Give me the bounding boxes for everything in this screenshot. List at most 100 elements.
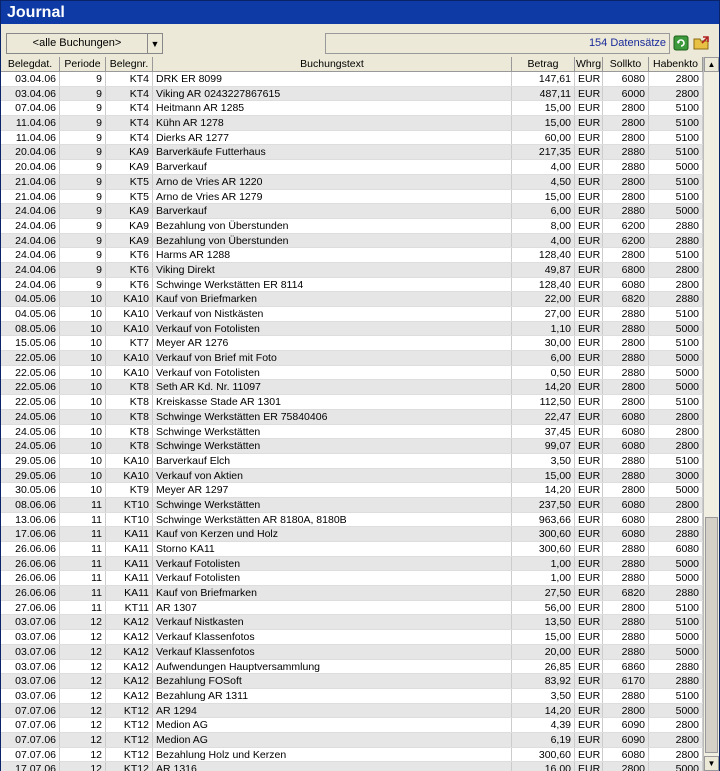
- table-row[interactable]: 07.07.06 12 KT12 Medion AG 6,19 EUR 6090 2800: [1, 732, 703, 748]
- table-row[interactable]: 04.05.06 10 KA10 Kauf von Briefmarken 22,00 E…: [1, 292, 703, 307]
- table-row[interactable]: 08.05.06 10 KA10 Verkauf von Fotolisten 1,10…: [1, 321, 703, 337]
- table-row[interactable]: 03.07.06 12 KA12 Verkauf Klassenfotos 20,00 E…: [1, 644, 703, 660]
- table-row[interactable]: 29.05.06 10 KA10 Barverkauf Elch 3,50 EUR 2880…: [1, 453, 703, 469]
- cell-sollkto: 2880: [603, 321, 649, 336]
- cell-habenkto: 5000: [649, 571, 703, 586]
- table-row[interactable]: 26.06.06 11 KA11 Kauf von Briefmarken 27,50 E…: [1, 586, 703, 601]
- table-row[interactable]: 22.05.06 10 KT8 Kreiskasse Stade AR 1301 112…: [1, 395, 703, 410]
- table-row[interactable]: 24.04.06 9 KA9 Bezahlung von Überstunden 8,0…: [1, 218, 703, 234]
- cell-periode: 12: [60, 762, 106, 771]
- cell-belegdat: 24.04.06: [1, 248, 60, 262]
- table-row[interactable]: 24.05.06 10 KT8 Schwinge Werkstätten ER 758…: [1, 409, 703, 425]
- record-count: 154 Datensätze: [325, 33, 670, 54]
- scroll-down-icon[interactable]: ▼: [704, 756, 719, 771]
- table-row[interactable]: 13.06.06 11 KT10 Schwinge Werkstätten AR 81…: [1, 512, 703, 528]
- vertical-scrollbar[interactable]: ▲ ▼: [703, 57, 719, 771]
- cell-belegnr: KT10: [106, 497, 153, 512]
- table-row[interactable]: 04.05.06 10 KA10 Verkauf von Nistkästen 27,0…: [1, 307, 703, 322]
- table-row[interactable]: 17.06.06 11 KA11 Kauf von Kerzen und Holz 30…: [1, 527, 703, 542]
- chevron-down-icon[interactable]: ▼: [147, 34, 162, 53]
- table-row[interactable]: 20.04.06 9 KA9 Barverkäufe Futterhaus 217,35…: [1, 145, 703, 161]
- table-row[interactable]: 26.06.06 11 KA11 Verkauf Fotolisten 1,00 EUR 2…: [1, 556, 703, 572]
- cell-belegnr: KA12: [106, 630, 153, 644]
- table-row[interactable]: 24.05.06 10 KT8 Schwinge Werkstätten 99,07 EU…: [1, 439, 703, 454]
- booking-filter-select[interactable]: <alle Buchungen> ▼: [6, 33, 163, 54]
- table-row[interactable]: 29.05.06 10 KA10 Verkauf von Aktien 15,00 EUR…: [1, 468, 703, 484]
- cell-habenkto: 5100: [649, 101, 703, 116]
- cell-betrag: 6,00: [512, 351, 575, 365]
- table-row[interactable]: 08.06.06 11 KT10 Schwinge Werkstätten 237,50…: [1, 497, 703, 513]
- cell-habenkto: 5100: [649, 336, 703, 351]
- column-header-periode[interactable]: Periode: [60, 57, 106, 71]
- table-row[interactable]: 03.07.06 12 KA12 Bezahlung FOSoft 83,92 EUR 61…: [1, 674, 703, 689]
- column-header-betrag[interactable]: Betrag: [512, 57, 575, 71]
- cell-buchungstext: Verkauf von Brief mit Foto: [153, 351, 512, 365]
- table-row[interactable]: 24.05.06 10 KT8 Schwinge Werkstätten 37,45 EU…: [1, 424, 703, 440]
- column-header-buchungstext[interactable]: Buchungstext: [153, 57, 512, 71]
- cell-belegdat: 24.04.06: [1, 233, 60, 248]
- cell-belegdat: 07.07.06: [1, 718, 60, 732]
- cell-betrag: 22,47: [512, 409, 575, 424]
- column-header-sollkto[interactable]: Sollkto: [603, 57, 649, 71]
- cell-belegnr: KA12: [106, 688, 153, 703]
- table-row[interactable]: 24.04.06 9 KT6 Harms AR 1288 128,40 EUR 2800 51…: [1, 248, 703, 263]
- table-row[interactable]: 24.04.06 9 KA9 Bezahlung von Überstunden 4,0…: [1, 233, 703, 249]
- table-row[interactable]: 21.04.06 9 KT5 Arno de Vries AR 1220 4,50 EUR…: [1, 174, 703, 190]
- toolbar: <alle Buchungen> ▼ 154 Datensätze: [1, 24, 719, 56]
- cell-betrag: 30,00: [512, 336, 575, 351]
- table-row[interactable]: 20.04.06 9 KA9 Barverkauf 4,00 EUR 2880 5000: [1, 160, 703, 175]
- refresh-icon[interactable]: [672, 34, 690, 52]
- cell-buchungstext: Bezahlung von Überstunden: [153, 218, 512, 233]
- cell-sollkto: 2880: [603, 542, 649, 556]
- column-header-belegnr[interactable]: Belegnr.: [106, 57, 153, 71]
- cell-periode: 12: [60, 703, 106, 718]
- table-row[interactable]: 24.04.06 9 KT6 Schwinge Werkstätten ER 8114…: [1, 277, 703, 293]
- cell-periode: 12: [60, 674, 106, 688]
- column-header-habenkto[interactable]: Habenkto: [649, 57, 703, 71]
- table-row[interactable]: 07.07.06 12 KT12 Bezahlung Holz und Kerzen 3…: [1, 747, 703, 763]
- table-row[interactable]: 30.05.06 10 KT9 Meyer AR 1297 14,20 EUR 2800 50…: [1, 483, 703, 498]
- table-row[interactable]: 11.04.06 9 KT4 Kühn AR 1278 15,00 EUR 2800 5100: [1, 116, 703, 131]
- table-row[interactable]: 22.05.06 10 KA10 Verkauf von Fotolisten 0,50…: [1, 365, 703, 381]
- table-row[interactable]: 03.04.06 9 KT4 Viking AR 0243227867615 487,1…: [1, 86, 703, 102]
- cell-periode: 10: [60, 365, 106, 380]
- cell-belegdat: 21.04.06: [1, 189, 60, 204]
- table-row[interactable]: 03.04.06 9 KT4 DRK ER 8099 147,61 EUR 6080 2800: [1, 72, 703, 87]
- column-header-belegdat[interactable]: Belegdat.: [1, 57, 60, 71]
- cell-sollkto: 2800: [603, 762, 649, 771]
- cell-belegnr: KA10: [106, 351, 153, 365]
- table-row[interactable]: 07.07.06 12 KT12 Medion AG 4,39 EUR 6090 2800: [1, 718, 703, 733]
- cell-habenkto: 5100: [649, 189, 703, 204]
- cell-whrg: EUR: [575, 248, 603, 262]
- table-row[interactable]: 03.07.06 12 KA12 Aufwendungen Hauptversamml…: [1, 659, 703, 675]
- table-row[interactable]: 03.07.06 12 KA12 Verkauf Klassenfotos 15,00 E…: [1, 630, 703, 645]
- scrollbar-thumb[interactable]: [705, 517, 718, 753]
- table-row[interactable]: 15.05.06 10 KT7 Meyer AR 1276 30,00 EUR 2800 51…: [1, 336, 703, 352]
- cell-periode: 10: [60, 483, 106, 497]
- table-row[interactable]: 24.04.06 9 KA9 Barverkauf 6,00 EUR 2880 5000: [1, 204, 703, 219]
- table-row[interactable]: 07.07.06 12 KT12 AR 1294 14,20 EUR 2800 5000: [1, 703, 703, 719]
- table-row[interactable]: 22.05.06 10 KT8 Seth AR Kd. Nr. 11097 14,20 E…: [1, 380, 703, 396]
- cell-periode: 10: [60, 321, 106, 336]
- table-row[interactable]: 11.04.06 9 KT4 Dierks AR 1277 60,00 EUR 2800 51…: [1, 130, 703, 146]
- table-row[interactable]: 03.07.06 12 KA12 Verkauf Nistkasten 13,50 EUR…: [1, 615, 703, 631]
- cell-whrg: EUR: [575, 527, 603, 541]
- scroll-up-icon[interactable]: ▲: [704, 57, 719, 72]
- table-row[interactable]: 17.07.06 12 KT12 AR 1316 16,00 EUR 2800 5000: [1, 762, 703, 771]
- folder-export-icon[interactable]: [693, 34, 711, 52]
- table-row[interactable]: 27.06.06 11 KT11 AR 1307 56,00 EUR 2800 5100: [1, 600, 703, 616]
- cell-belegdat: 24.05.06: [1, 409, 60, 424]
- cell-belegdat: 07.07.06: [1, 703, 60, 718]
- table-row[interactable]: 22.05.06 10 KA10 Verkauf von Brief mit Foto…: [1, 351, 703, 366]
- cell-betrag: 15,00: [512, 189, 575, 204]
- cell-buchungstext: Meyer AR 1297: [153, 483, 512, 497]
- cell-belegdat: 22.05.06: [1, 351, 60, 365]
- table-row[interactable]: 03.07.06 12 KA12 Bezahlung AR 1311 3,50 EUR 28…: [1, 688, 703, 704]
- table-row[interactable]: 26.06.06 11 KA11 Verkauf Fotolisten 1,00 EUR 2…: [1, 571, 703, 587]
- table-row[interactable]: 26.06.06 11 KA11 Storno KA11 300,60 EUR 2880 60…: [1, 542, 703, 557]
- cell-periode: 11: [60, 571, 106, 586]
- column-header-whrg[interactable]: Whrg: [575, 57, 603, 71]
- table-row[interactable]: 21.04.06 9 KT5 Arno de Vries AR 1279 15,00 EU…: [1, 189, 703, 205]
- table-row[interactable]: 24.04.06 9 KT6 Viking Direkt 49,87 EUR 6800 280…: [1, 262, 703, 278]
- table-row[interactable]: 07.04.06 9 KT4 Heitmann AR 1285 15,00 EUR 2800…: [1, 101, 703, 117]
